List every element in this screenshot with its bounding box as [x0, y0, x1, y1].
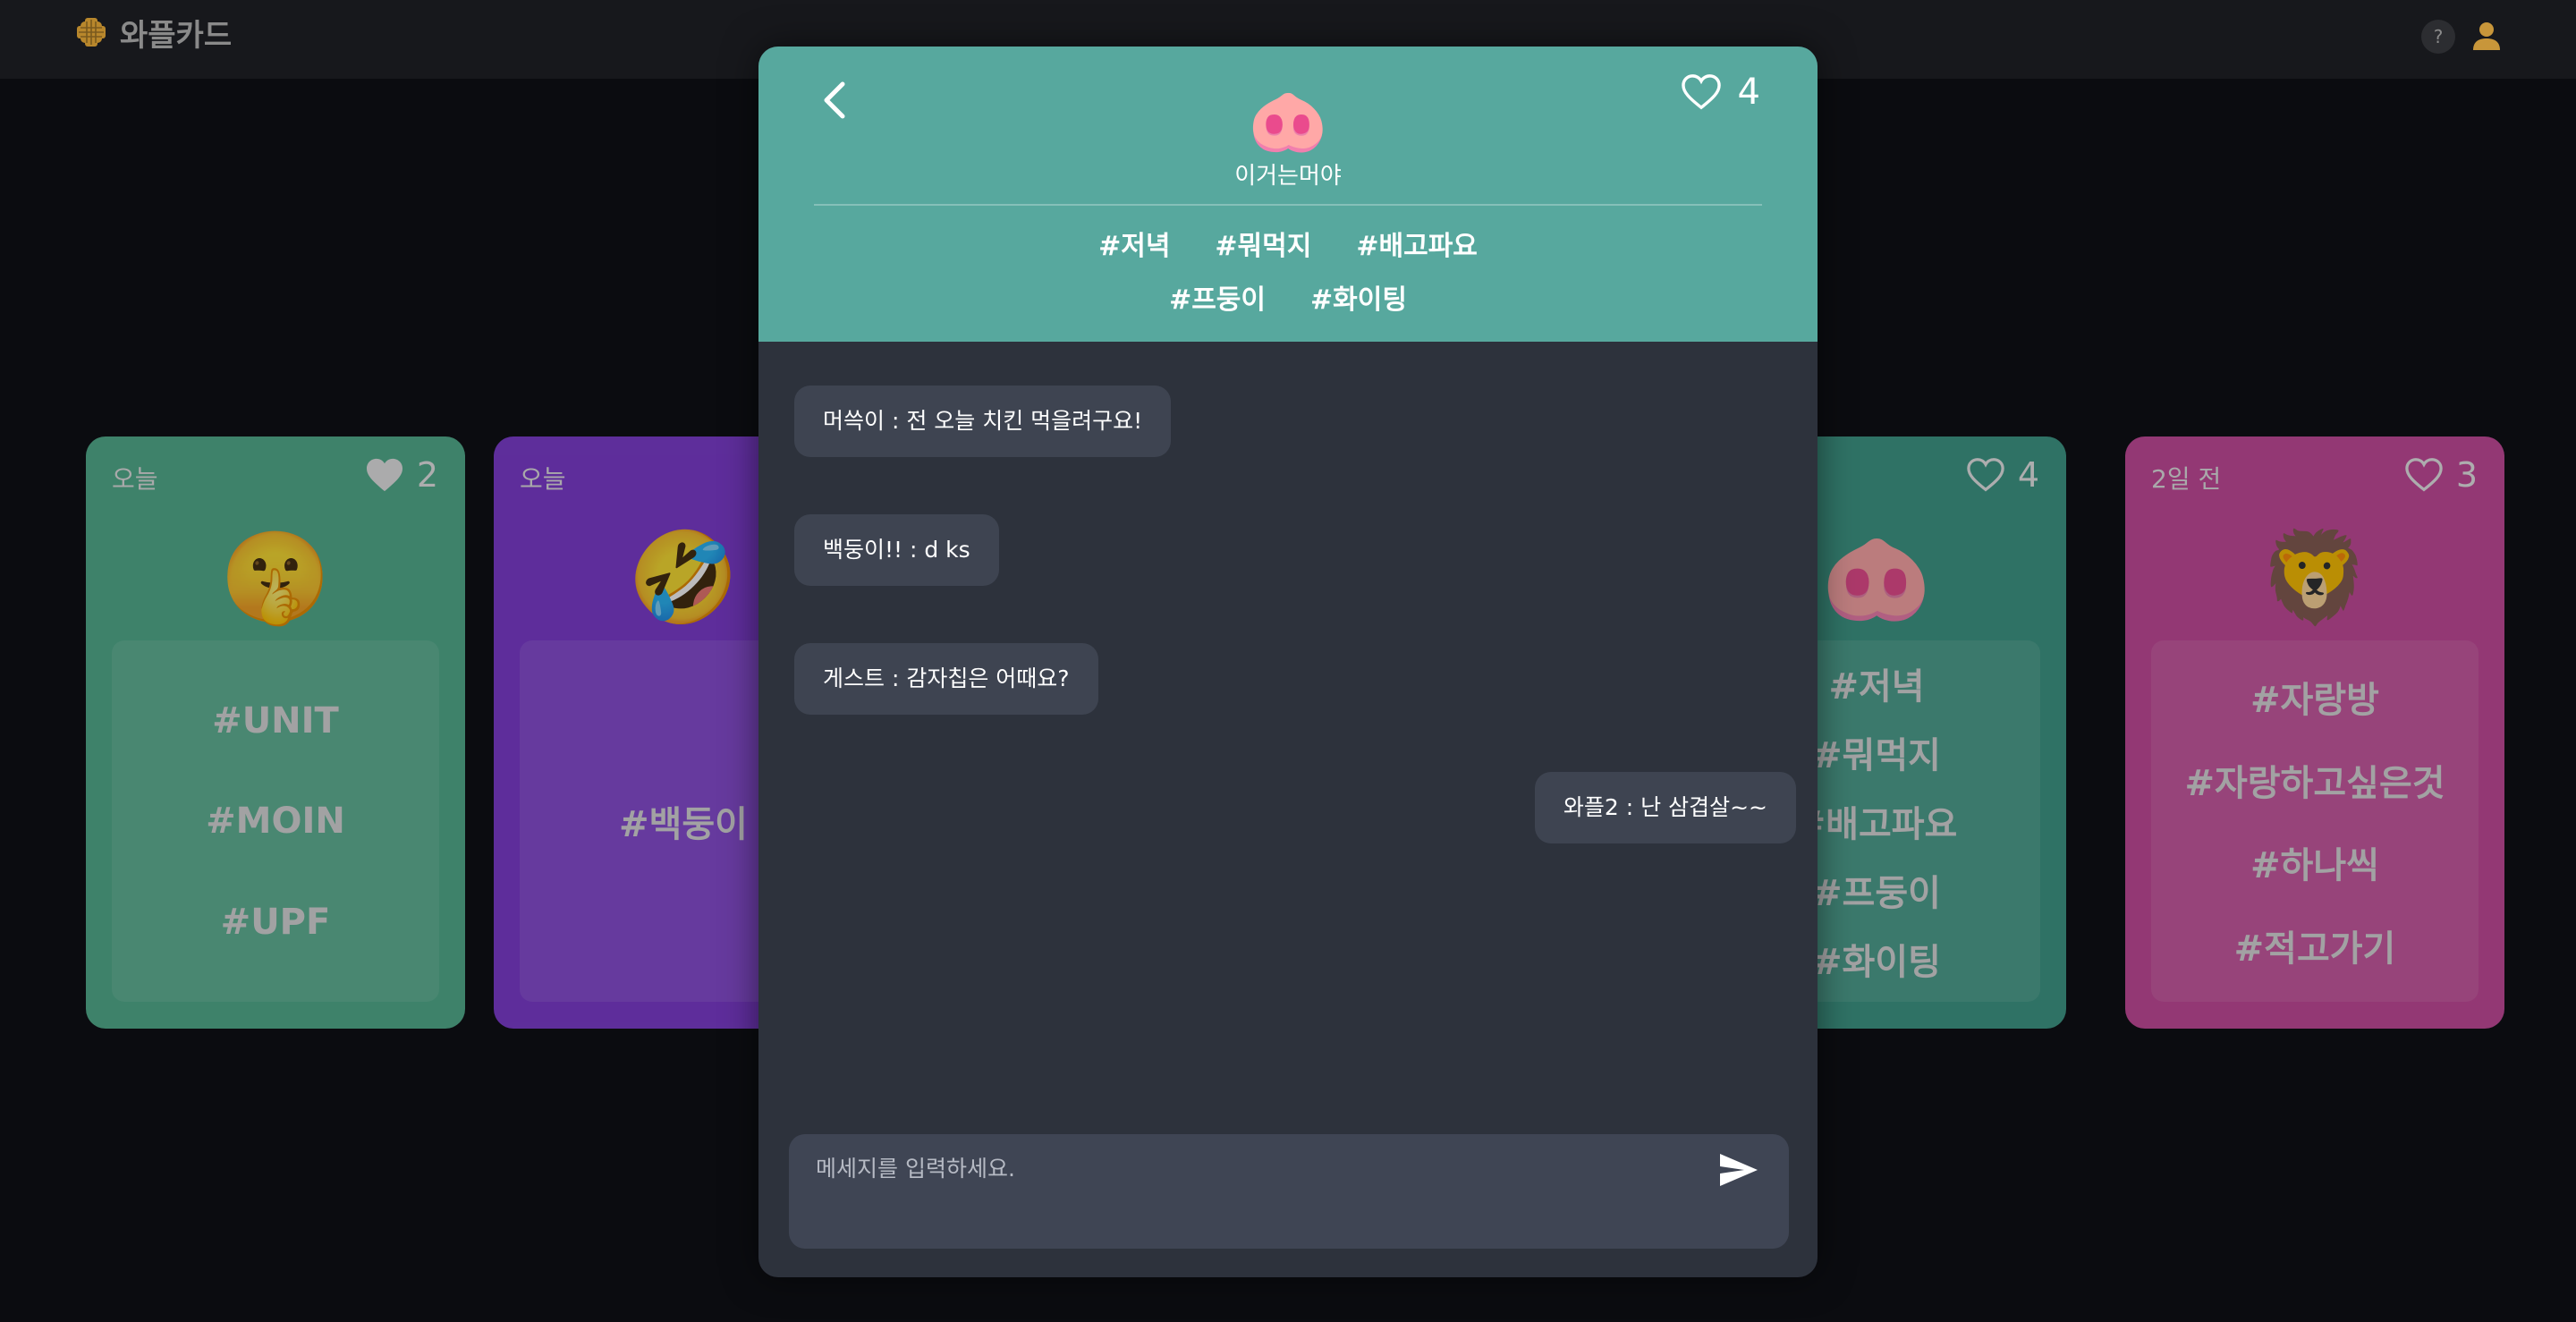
modal-tag[interactable]: #프둥이 — [1169, 279, 1266, 322]
chat-message: 머쓱이 : 전 오늘 치킨 먹을려구요! — [794, 386, 1172, 457]
send-icon[interactable] — [1717, 1150, 1760, 1190]
modal-tag[interactable]: #뭐먹지 — [1215, 225, 1311, 268]
brand-logo-link[interactable]: 와플카드 — [73, 9, 232, 55]
modal-tag[interactable]: #배고파요 — [1356, 225, 1478, 268]
card-tag: #자랑하고싶은것 — [2184, 762, 2445, 804]
card-tag: #백둥이 — [619, 804, 748, 845]
card-date: 오늘 — [520, 464, 566, 494]
card-date: 2일 전 — [2151, 464, 2222, 494]
card-like-button[interactable]: 2 — [365, 454, 438, 496]
waffle-logo-icon — [77, 18, 106, 47]
chat-message: 백둥이!! : d ks — [794, 514, 999, 586]
chat-message: 게스트 : 감자칩은 어때요? — [794, 643, 1098, 715]
card-item[interactable]: 오늘 2 🤫 #UNIT #MOIN #UPF — [86, 436, 465, 1029]
card-tag: #프둥이 — [1812, 873, 1941, 914]
card-tag-list: #UNIT #MOIN #UPF — [112, 640, 439, 1002]
card-detail-modal: 🐽 이거는머야 4 #저녁 #뭐먹지 #배고파요 #프둥이 #화이팅 머쓱이 :… — [758, 47, 1818, 1277]
card-tag: #배고파요 — [1795, 804, 1958, 845]
modal-tag[interactable]: #저녁 — [1098, 225, 1170, 268]
heart-outline-icon — [1967, 458, 2004, 492]
card-tag: #MOIN — [206, 801, 345, 842]
message-composer — [789, 1134, 1789, 1249]
card-emoji: 🤫 — [219, 525, 332, 630]
card-like-button[interactable]: 3 — [2404, 454, 2478, 496]
modal-like-count: 4 — [1737, 72, 1760, 113]
card-date: 오늘 — [112, 464, 158, 494]
card-like-count: 3 — [2455, 455, 2478, 495]
card-like-count: 4 — [2017, 455, 2039, 495]
card-tag: #뭐먹지 — [1812, 735, 1941, 776]
modal-tag[interactable]: #화이팅 — [1310, 279, 1407, 322]
card-like-count: 2 — [416, 455, 438, 495]
message-input[interactable] — [816, 1150, 1674, 1186]
user-profile-icon[interactable] — [2469, 18, 2504, 54]
card-tag: #적고가기 — [2233, 928, 2396, 970]
card-tag: #자랑방 — [2250, 680, 2379, 722]
card-tag: #UPF — [220, 901, 331, 943]
modal-header: 🐽 이거는머야 4 #저녁 #뭐먹지 #배고파요 #프둥이 #화이팅 — [758, 47, 1818, 342]
modal-tag-row: #프둥이 #화이팅 — [758, 279, 1818, 322]
chat-message-own: 와플2 : 난 삼겹살~~ — [1534, 772, 1796, 843]
card-tag: #화이팅 — [1812, 942, 1941, 983]
brand-name: 와플카드 — [120, 17, 233, 54]
modal-tag-row: #저녁 #뭐먹지 #배고파요 — [758, 225, 1818, 268]
heart-outline-icon — [2405, 458, 2443, 492]
modal-divider — [814, 204, 1762, 206]
card-tag: #저녁 — [1828, 666, 1925, 708]
heart-outline-icon — [1681, 74, 1721, 110]
heart-filled-icon — [366, 458, 402, 492]
modal-emoji: 🐽 — [1248, 83, 1328, 158]
card-tag-list: #자랑방 #자랑하고싶은것 #하나씩 #적고가기 — [2151, 640, 2479, 1002]
card-item[interactable]: 2일 전 3 🦁 #자랑방 #자랑하고싶은것 #하나씩 #적고가기 — [2125, 436, 2504, 1029]
help-button[interactable]: ? — [2421, 20, 2455, 54]
card-tag: #UNIT — [212, 699, 339, 742]
card-emoji: 🦁 — [2258, 525, 2371, 630]
card-like-button[interactable]: 4 — [1966, 454, 2039, 496]
modal-title: 이거는머야 — [1234, 163, 1342, 190]
card-tag: #하나씩 — [2250, 845, 2379, 887]
modal-like-button[interactable]: 4 — [1681, 70, 1760, 114]
